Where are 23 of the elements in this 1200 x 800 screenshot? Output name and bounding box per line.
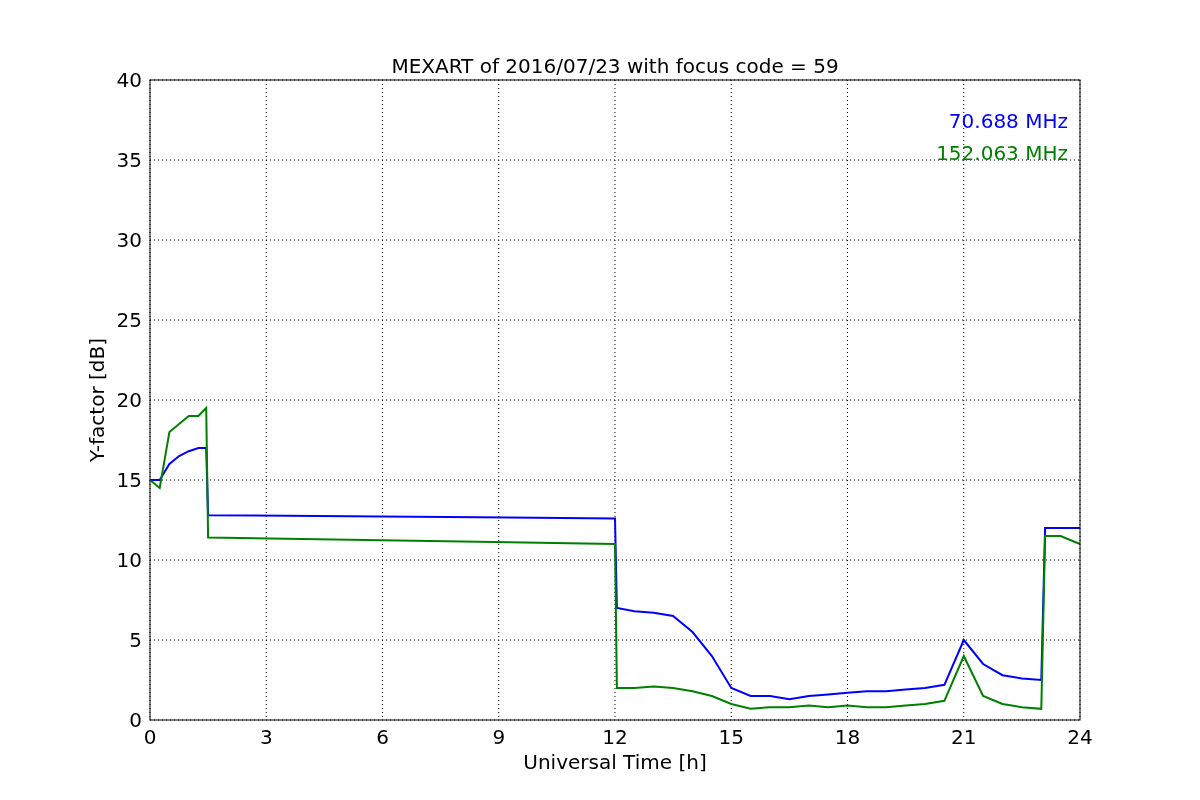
legend-label: 70.688 MHz <box>948 109 1068 133</box>
y-tick-label: 5 <box>129 628 142 652</box>
y-tick-label: 40 <box>116 68 142 92</box>
y-tick-label: 20 <box>116 388 142 412</box>
y-tick-label: 35 <box>116 148 142 172</box>
x-tick-label: 6 <box>376 725 389 749</box>
y-tick-label: 10 <box>116 548 142 572</box>
y-tick-label: 25 <box>116 308 142 332</box>
x-tick-label: 18 <box>834 725 861 749</box>
x-tick-label: 12 <box>602 725 628 749</box>
x-axis-title: Universal Time [h] <box>523 750 707 774</box>
x-tick-label: 9 <box>492 725 506 749</box>
y-tick-label: 0 <box>129 708 142 732</box>
y-tick-label: 30 <box>116 228 142 252</box>
x-tick-label: 21 <box>951 725 977 749</box>
y-tick-label: 15 <box>116 468 142 492</box>
y-axis-title: Y-factor [dB] <box>85 338 109 462</box>
x-tick-label: 3 <box>259 725 273 749</box>
x-tick-label: 15 <box>718 725 744 749</box>
x-tick-label: 24 <box>1067 725 1093 749</box>
chart-title: MEXART of 2016/07/23 with focus code = 59 <box>391 54 839 78</box>
legend-label: 152.063 MHz <box>936 141 1068 165</box>
x-tick-label: 0 <box>143 725 157 749</box>
